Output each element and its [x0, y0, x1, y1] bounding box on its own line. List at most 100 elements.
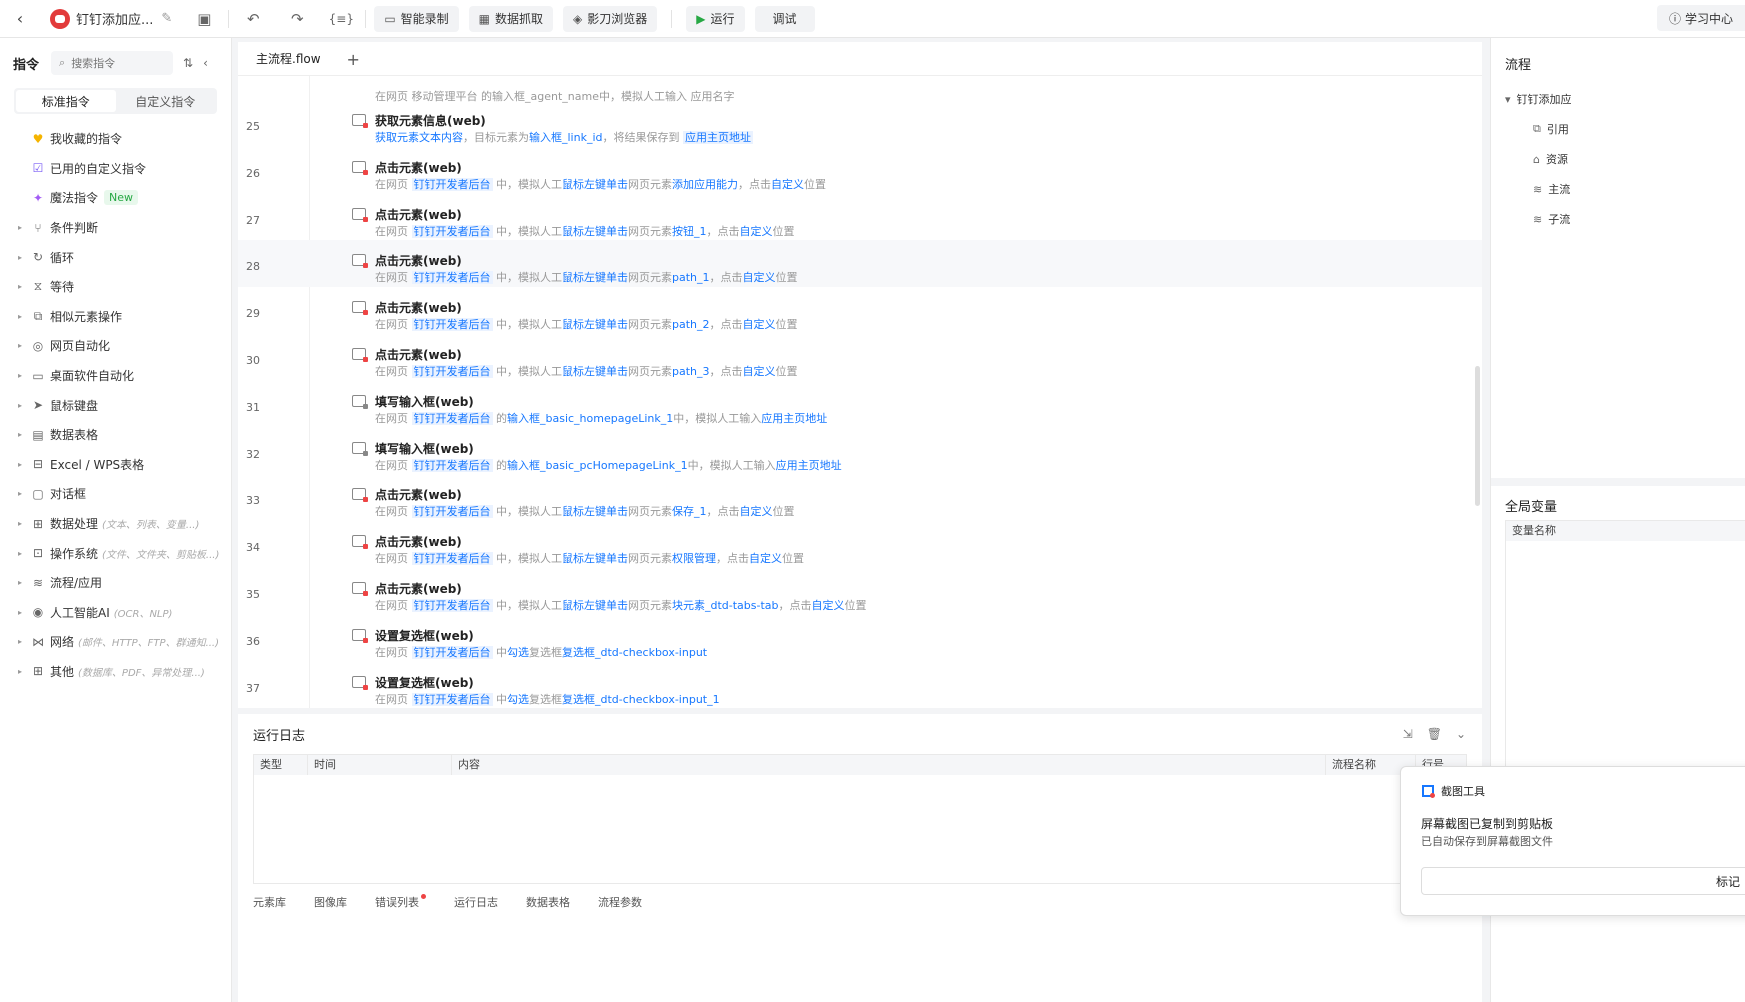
parameter-link[interactable]: 自定义: [743, 365, 776, 378]
tab-custom-commands[interactable]: 自定义指令: [116, 90, 216, 112]
command-category-item[interactable]: ▸ ◎ 网页自动化: [0, 331, 231, 361]
command-category-item[interactable]: ▸ ⊞ 其他 (数据库、PDF、异常处理...): [0, 657, 231, 687]
parameter-link[interactable]: path_1: [672, 271, 710, 284]
command-row[interactable]: 29 点击元素(web) 在网页 钉钉开发者后台 中，模拟人工鼠标左键单击网页元素p…: [238, 287, 1482, 334]
parameter-link[interactable]: 权限管理: [672, 552, 716, 565]
parameter-link[interactable]: 鼠标左键单击: [562, 225, 628, 238]
command-category-item[interactable]: ▸ ➤ 鼠标键盘: [0, 390, 231, 420]
command-category-item[interactable]: ▸ ≋ 流程/应用: [0, 568, 231, 598]
parameter-link[interactable]: 输入框_basic_pcHomepageLink_1: [507, 459, 688, 472]
add-tab-icon[interactable]: +: [347, 43, 360, 75]
command-row[interactable]: 25 获取元素信息(web) 获取元素文本内容，目标元素为输入框_link_id，将…: [238, 100, 1482, 147]
flow-tree-resources[interactable]: ⌂ 资源: [1505, 144, 1572, 174]
parameter-link[interactable]: 鼠标左键单击: [562, 318, 628, 331]
sort-icon[interactable]: ⇅: [183, 56, 193, 70]
variable-tag[interactable]: 钉钉开发者后台: [411, 552, 493, 566]
command-search-input[interactable]: [71, 56, 162, 70]
bottom-tab[interactable]: 图像库: [314, 894, 347, 910]
code-braces-icon[interactable]: {≡}: [327, 5, 355, 33]
command-category-item[interactable]: ▸ ⑂ 条件判断: [0, 213, 231, 243]
flow-tree-references[interactable]: ⧉ 引用: [1505, 114, 1572, 144]
chevron-down-icon[interactable]: ⌄: [1456, 727, 1466, 741]
parameter-link[interactable]: 获取元素文本内容: [375, 131, 463, 144]
bottom-tab[interactable]: 错误列表: [375, 894, 426, 910]
command-category-item[interactable]: ✦ 魔法指令 New: [0, 183, 231, 213]
variable-tag[interactable]: 钉钉开发者后台: [411, 411, 493, 425]
markup-button[interactable]: 标记: [1421, 867, 1745, 895]
parameter-link[interactable]: 应用主页地址: [761, 412, 827, 425]
flow-tree-sub[interactable]: ≋ 子流: [1505, 204, 1572, 234]
parameter-link[interactable]: path_2: [672, 318, 710, 331]
variable-tag[interactable]: 钉钉开发者后台: [411, 364, 493, 378]
command-category-item[interactable]: ▸ ⧖ 等待: [0, 272, 231, 302]
command-row[interactable]: 33 点击元素(web) 在网页 钉钉开发者后台 中，模拟人工鼠标左键单击网页元素保…: [238, 474, 1482, 521]
variable-tag[interactable]: 钉钉开发者后台: [411, 505, 493, 519]
trash-icon[interactable]: 🗑: [1427, 727, 1442, 741]
command-row[interactable]: 36 设置复选框(web) 在网页 钉钉开发者后台 中勾选复选框复选框_dtd-ch…: [238, 615, 1482, 662]
command-category-item[interactable]: ▸ ⧉ 相似元素操作: [0, 302, 231, 332]
bottom-tab[interactable]: 元素库: [253, 894, 286, 910]
command-category-item[interactable]: ♥ 我收藏的指令: [0, 124, 231, 154]
command-category-item[interactable]: ▸ ◉ 人工智能AI (OCR、NLP): [0, 598, 231, 628]
parameter-link[interactable]: 自定义: [740, 505, 773, 518]
parameter-link[interactable]: 勾选: [507, 646, 529, 659]
command-row[interactable]: 27 点击元素(web) 在网页 钉钉开发者后台 中，模拟人工鼠标左键单击网页元素按…: [238, 194, 1482, 241]
parameter-link[interactable]: 自定义: [743, 318, 776, 331]
data-capture-button[interactable]: ▦ 数据抓取: [468, 5, 554, 32]
variable-tag[interactable]: 钉钉开发者后台: [411, 645, 493, 659]
smart-record-button[interactable]: ▭ 智能录制: [374, 5, 459, 32]
parameter-link[interactable]: 鼠标左键单击: [562, 365, 628, 378]
flow-tree-root[interactable]: ▾ 钉钉添加应: [1505, 84, 1572, 114]
parameter-link[interactable]: 输入框_link_id: [529, 131, 603, 144]
variable-tag[interactable]: 钉钉开发者后台: [411, 692, 493, 706]
command-category-item[interactable]: ☑ 已用的自定义指令: [0, 154, 231, 184]
parameter-link[interactable]: 鼠标左键单击: [562, 271, 628, 284]
parameter-link[interactable]: 应用主页地址: [776, 459, 842, 472]
command-category-item[interactable]: ▸ ⊞ 数据处理 (文本、列表、变量...): [0, 509, 231, 539]
undo-icon[interactable]: ↶: [239, 5, 267, 33]
command-row[interactable]: 26 点击元素(web) 在网页 钉钉开发者后台 中，模拟人工鼠标左键单击网页元素添…: [238, 147, 1482, 194]
command-category-item[interactable]: ▸ ↻ 循环: [0, 242, 231, 272]
redo-icon[interactable]: ↷: [283, 5, 311, 33]
parameter-link[interactable]: 自定义: [812, 599, 845, 612]
debug-button[interactable]: 调试: [754, 5, 815, 32]
parameter-link[interactable]: 输入框_basic_homepageLink_1: [507, 412, 673, 425]
tab-standard-commands[interactable]: 标准指令: [16, 90, 116, 112]
parameter-link[interactable]: 自定义: [743, 271, 776, 284]
parameter-link[interactable]: 鼠标左键单击: [562, 552, 628, 565]
parameter-link[interactable]: 添加应用能力: [672, 178, 738, 191]
flow-tree-main[interactable]: ≋ 主流: [1505, 174, 1572, 204]
learning-center-button[interactable]: ⓘ 学习中心: [1656, 5, 1745, 31]
command-row[interactable]: 32 填写输入框(web) 在网页 钉钉开发者后台 的输入框_basic_pcHom…: [238, 428, 1482, 475]
save-icon[interactable]: ▣: [190, 5, 218, 33]
parameter-link[interactable]: 自定义: [740, 225, 773, 238]
bottom-tab[interactable]: 数据表格: [526, 894, 570, 910]
parameter-link[interactable]: 自定义: [749, 552, 782, 565]
screenshot-notification[interactable]: 截图工具 屏幕截图已复制到剪贴板 已自动保存到屏幕截图文件 标记: [1400, 766, 1745, 916]
command-category-item[interactable]: ▸ ⊡ 操作系统 (文件、文件夹、剪贴板...): [0, 538, 231, 568]
variable-tag[interactable]: 钉钉开发者后台: [411, 458, 493, 472]
parameter-link[interactable]: 块元素_dtd-tabs-tab: [672, 599, 779, 612]
command-category-item[interactable]: ▸ ▢ 对话框: [0, 479, 231, 509]
variable-tag[interactable]: 钉钉开发者后台: [411, 598, 493, 612]
edit-pencil-icon[interactable]: ✎: [161, 11, 172, 26]
tab-main-flow[interactable]: 主流程.flow: [238, 43, 339, 75]
bottom-tab[interactable]: 运行日志: [454, 894, 498, 910]
variable-tag[interactable]: 钉钉开发者后台: [411, 271, 493, 285]
command-category-item[interactable]: ▸ ▤ 数据表格: [0, 420, 231, 450]
collapse-left-icon[interactable]: ‹: [203, 56, 208, 70]
browser-button[interactable]: ◈ 影刀浏览器: [563, 5, 658, 32]
parameter-link[interactable]: 复选框_dtd-checkbox-input_1: [562, 693, 720, 706]
command-row[interactable]: 30 点击元素(web) 在网页 钉钉开发者后台 中，模拟人工鼠标左键单击网页元素p…: [238, 334, 1482, 381]
variable-tag[interactable]: 钉钉开发者后台: [411, 318, 493, 332]
parameter-link[interactable]: 自定义: [771, 178, 804, 191]
parameter-link[interactable]: 复选框_dtd-checkbox-input: [562, 646, 707, 659]
parameter-link[interactable]: 鼠标左键单击: [562, 178, 628, 191]
command-row[interactable]: 34 点击元素(web) 在网页 钉钉开发者后台 中，模拟人工鼠标左键单击网页元素权…: [238, 521, 1482, 568]
command-category-item[interactable]: ▸ ▭ 桌面软件自动化: [0, 361, 231, 391]
variable-tag[interactable]: 应用主页地址: [683, 131, 753, 144]
command-row[interactable]: 37 设置复选框(web) 在网页 钉钉开发者后台 中勾选复选框复选框_dtd-ch…: [238, 662, 1482, 708]
parameter-link[interactable]: 按钮_1: [672, 225, 707, 238]
run-button[interactable]: ▶ 运行: [686, 5, 745, 32]
bottom-tab[interactable]: 流程参数: [598, 894, 642, 910]
